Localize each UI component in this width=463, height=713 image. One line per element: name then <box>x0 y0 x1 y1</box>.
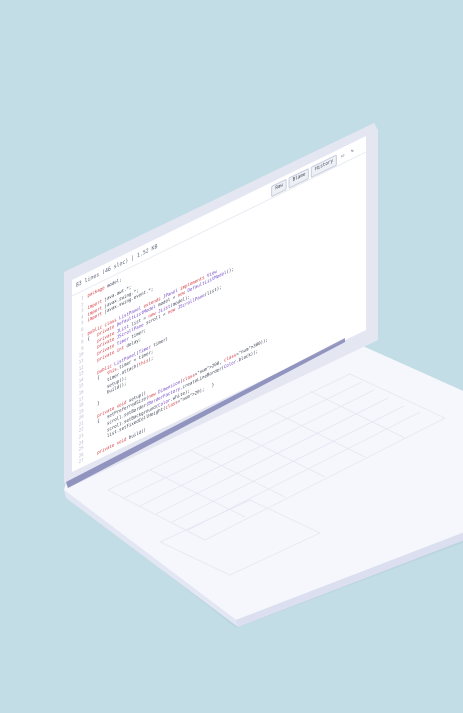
raw-button[interactable]: Raw <box>271 178 287 198</box>
laptop-scene: 83 lines (46 sloc) | 1.52 KB Raw Blame H… <box>0 0 463 713</box>
file-size: 1.52 KB <box>136 243 158 260</box>
pencil-icon[interactable]: ✎ <box>348 145 356 157</box>
desktop-icon[interactable]: ▭ <box>339 150 347 162</box>
